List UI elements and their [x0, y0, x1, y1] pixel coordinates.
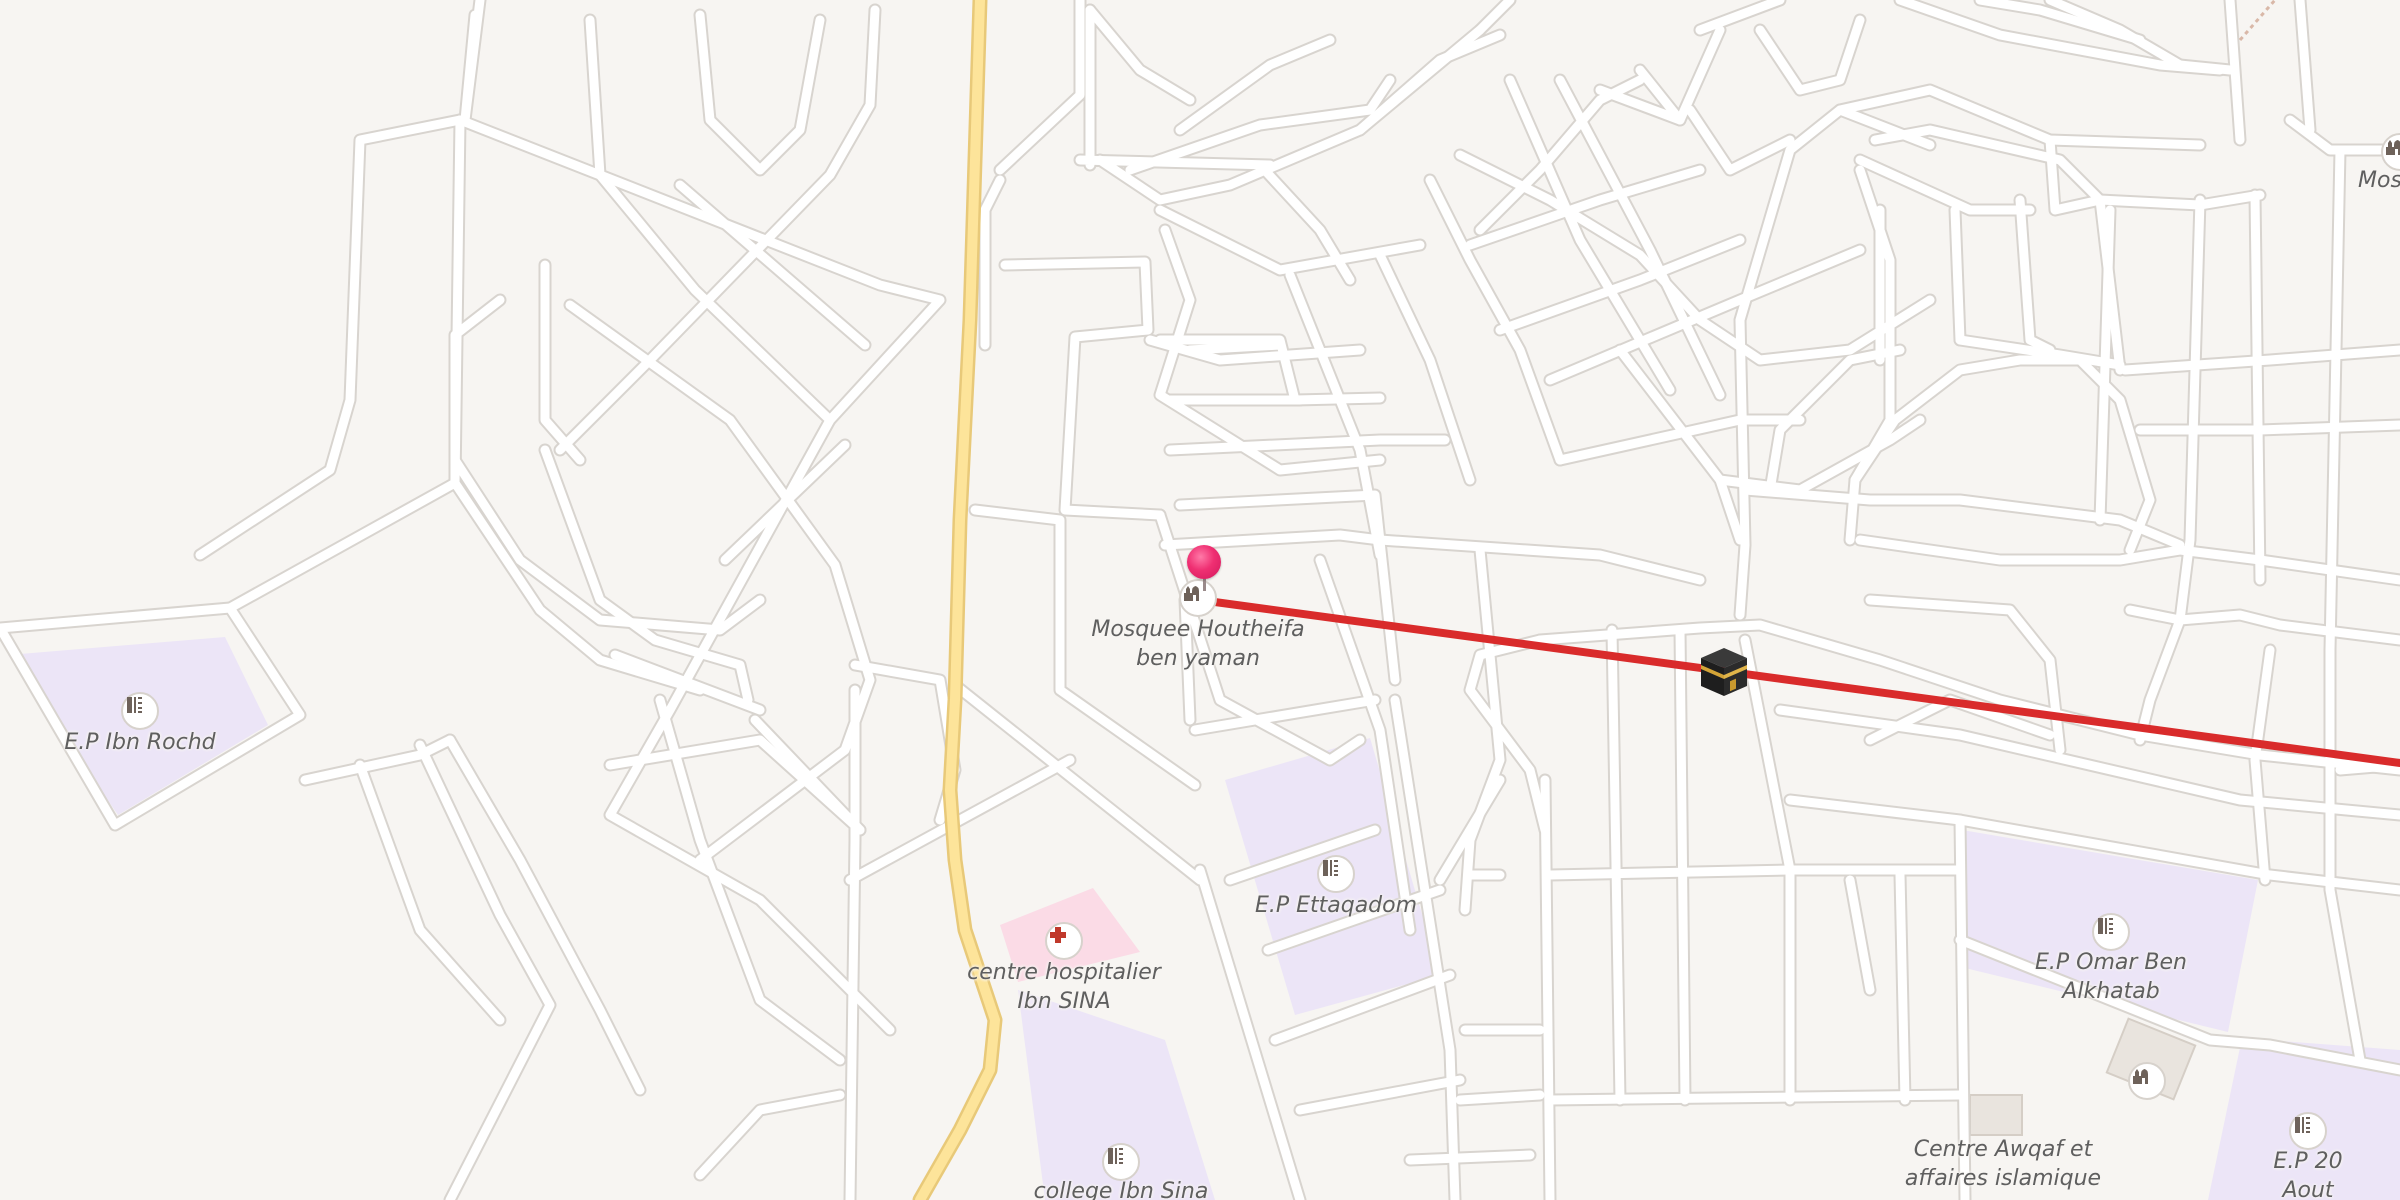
- road: [1000, 257, 1165, 520]
- school-icon[interactable]: [121, 692, 159, 730]
- school-icon[interactable]: [1102, 1143, 1140, 1181]
- road: [1740, 485, 2185, 550]
- road: [980, 175, 1005, 350]
- road: [1545, 1090, 1965, 1105]
- poi-label-college-ibn-sina[interactable]: college Ibn Sina: [1034, 1177, 1209, 1200]
- road: [2135, 615, 2185, 745]
- road: [720, 440, 850, 565]
- poi-label-mosquee-houtheifa[interactable]: Mosquee Houtheifa ben yaman: [1091, 615, 1304, 673]
- map-view[interactable]: Mosquee Houtheifa ben yaman E.P Ibn Roch…: [0, 0, 2400, 1200]
- road: [1855, 155, 2035, 215]
- road: [1295, 1075, 1465, 1115]
- road: [1950, 205, 1965, 345]
- kaaba-icon[interactable]: [1697, 644, 1751, 698]
- road: [2175, 60, 2235, 75]
- poi-label-ep-20-aout[interactable]: E.P 20 Aout: [2262, 1147, 2354, 1200]
- road: [553, 3, 882, 457]
- road: [1405, 1150, 1535, 1165]
- poi-label-centre-hospitalier[interactable]: centre hospitalier Ibn SINA: [967, 958, 1161, 1016]
- poi-label-ep-omar[interactable]: E.P Omar Ben Alkhatab: [2035, 948, 2187, 1006]
- road: [1895, 870, 1910, 1105]
- road: [193, 113, 467, 562]
- road: [695, 1090, 845, 1180]
- poi-label-centre-awqaf[interactable]: Centre Awqaf et affaires islamique: [1905, 1135, 2101, 1193]
- road: [1675, 625, 1690, 1105]
- road: [1540, 775, 1555, 1200]
- road: [415, 740, 555, 1200]
- main-road: [912, 0, 1003, 1200]
- road: [1475, 0, 1515, 35]
- poi-label-ep-ibn-rochd[interactable]: E.P Ibn Rochd: [64, 728, 215, 757]
- awqaf-building-small: [1969, 1094, 2023, 1136]
- school-icon[interactable]: [1317, 855, 1355, 893]
- road: [1685, 105, 1795, 175]
- poi-label-ep-ettaqadom[interactable]: E.P Ettaqadom: [1255, 891, 1417, 920]
- road: [693, 8, 827, 177]
- road: [998, 255, 1167, 522]
- road: [353, 758, 507, 1027]
- mosque-icon[interactable]: [2128, 1062, 2166, 1100]
- road: [845, 685, 860, 1200]
- road: [1845, 875, 1875, 995]
- land-use-areas: [8, 637, 2400, 1200]
- map-pin-icon[interactable]: [1187, 545, 1221, 591]
- road: [1455, 1090, 1545, 1105]
- road: [1185, 340, 1285, 355]
- road: [555, 5, 880, 455]
- road: [995, 0, 1085, 175]
- road: [2250, 190, 2265, 585]
- hospital-icon[interactable]: [1045, 922, 1083, 960]
- map-pin-head: [1187, 545, 1221, 579]
- road: [950, 680, 1205, 885]
- road: [1085, 5, 1195, 105]
- road: [1695, 0, 1785, 35]
- road: [355, 760, 505, 1025]
- road: [2295, 0, 2315, 135]
- main-road-fill: [915, 0, 1000, 1200]
- mosque-icon[interactable]: [1179, 579, 1217, 617]
- footpath: [2238, 0, 2277, 41]
- road: [445, 735, 645, 1095]
- road: [993, 0, 1087, 177]
- road: [195, 115, 465, 560]
- school-icon[interactable]: [2092, 913, 2130, 951]
- poi-label-mosque-partial[interactable]: Mosqu: [2358, 166, 2400, 195]
- road: [1160, 530, 1705, 585]
- school-icon[interactable]: [2289, 1112, 2327, 1150]
